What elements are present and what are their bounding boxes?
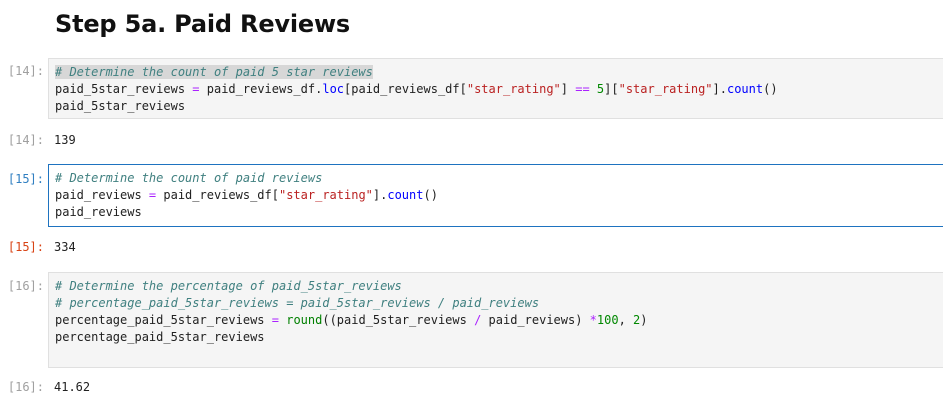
- code-line: # percentage_paid_5star_reviews = paid_5…: [55, 295, 937, 312]
- code-operator: *: [589, 313, 597, 327]
- code-token: paid_reviews: [55, 188, 149, 202]
- code-token: paid_reviews_df[: [156, 188, 279, 202]
- cell-14-code-editor[interactable]: # Determine the count of paid 5 star rev…: [48, 58, 943, 119]
- code-line: percentage_paid_5star_reviews: [55, 329, 937, 346]
- code-comment: # percentage_paid_5star_reviews = paid_5…: [55, 296, 540, 310]
- code-number: 100: [596, 313, 619, 327]
- code-string: "star_rating": [278, 188, 373, 202]
- cell-15-code-editor[interactable]: # Determine the count of paid reviews pa…: [48, 164, 943, 227]
- code-token: paid_5star_reviews: [55, 82, 193, 96]
- cell-14-output: 139: [54, 133, 76, 147]
- cell-14-output-prompt: [14]:: [7, 133, 44, 147]
- code-operator: =: [192, 82, 200, 96]
- section-heading: Step 5a. Paid Reviews: [55, 10, 351, 38]
- code-line: # Determine the count of paid reviews: [55, 170, 937, 187]
- cell-14-input-prompt: [14]:: [7, 64, 44, 78]
- code-line: # Determine the percentage of paid_5star…: [55, 278, 937, 295]
- cell-16-code-editor[interactable]: # Determine the percentage of paid_5star…: [48, 272, 943, 368]
- code-token: ): [640, 313, 648, 327]
- code-token: ((paid_5star_reviews: [322, 313, 475, 327]
- code-token: percentage_paid_5star_reviews: [55, 330, 265, 344]
- code-line: percentage_paid_5star_reviews = round((p…: [55, 312, 937, 329]
- cell-15-output: 334: [54, 240, 76, 254]
- code-token: ][: [604, 82, 619, 96]
- code-comment: # Determine the count of paid 5 star rev…: [55, 65, 373, 79]
- code-token: paid_reviews: [55, 205, 142, 219]
- cell-16-output: 41.62: [54, 380, 91, 394]
- code-token: ].: [372, 188, 388, 202]
- cell-16-input-prompt: [16]:: [7, 279, 44, 293]
- code-token: ].: [712, 82, 727, 96]
- code-method: count: [726, 82, 764, 96]
- code-method: loc: [322, 82, 345, 96]
- code-token: percentage_paid_5star_reviews: [55, 313, 272, 327]
- code-token: (): [763, 82, 778, 96]
- code-comment: # Determine the count of paid reviews: [55, 171, 323, 185]
- code-operator: ==: [575, 82, 590, 96]
- code-token: [paid_reviews_df[: [344, 82, 467, 96]
- code-token: paid_5star_reviews: [55, 99, 186, 113]
- code-method: count: [387, 188, 424, 202]
- code-token: ,: [618, 313, 634, 327]
- code-token: (): [423, 188, 438, 202]
- cell-16-output-prompt: [16]:: [7, 380, 44, 394]
- code-comment: # Determine the percentage of paid_5star…: [55, 279, 402, 293]
- code-line: paid_5star_reviews: [55, 98, 937, 115]
- code-line: paid_reviews: [55, 204, 937, 221]
- code-token: paid_reviews_df.: [199, 82, 323, 96]
- code-operator: =: [271, 313, 279, 327]
- code-string: "star_rating": [466, 82, 561, 96]
- cell-15-input-prompt: [15]:: [7, 172, 44, 186]
- code-line: paid_5star_reviews = paid_reviews_df.loc…: [55, 81, 937, 98]
- code-string: "star_rating": [618, 82, 713, 96]
- cell-15-output-prompt: [15]:: [7, 240, 44, 254]
- code-builtin: round: [286, 313, 323, 327]
- code-line: paid_reviews = paid_reviews_df["star_rat…: [55, 187, 937, 204]
- code-token: paid_reviews): [481, 313, 590, 327]
- code-token: ]: [560, 82, 576, 96]
- code-line: # Determine the count of paid 5 star rev…: [55, 64, 937, 81]
